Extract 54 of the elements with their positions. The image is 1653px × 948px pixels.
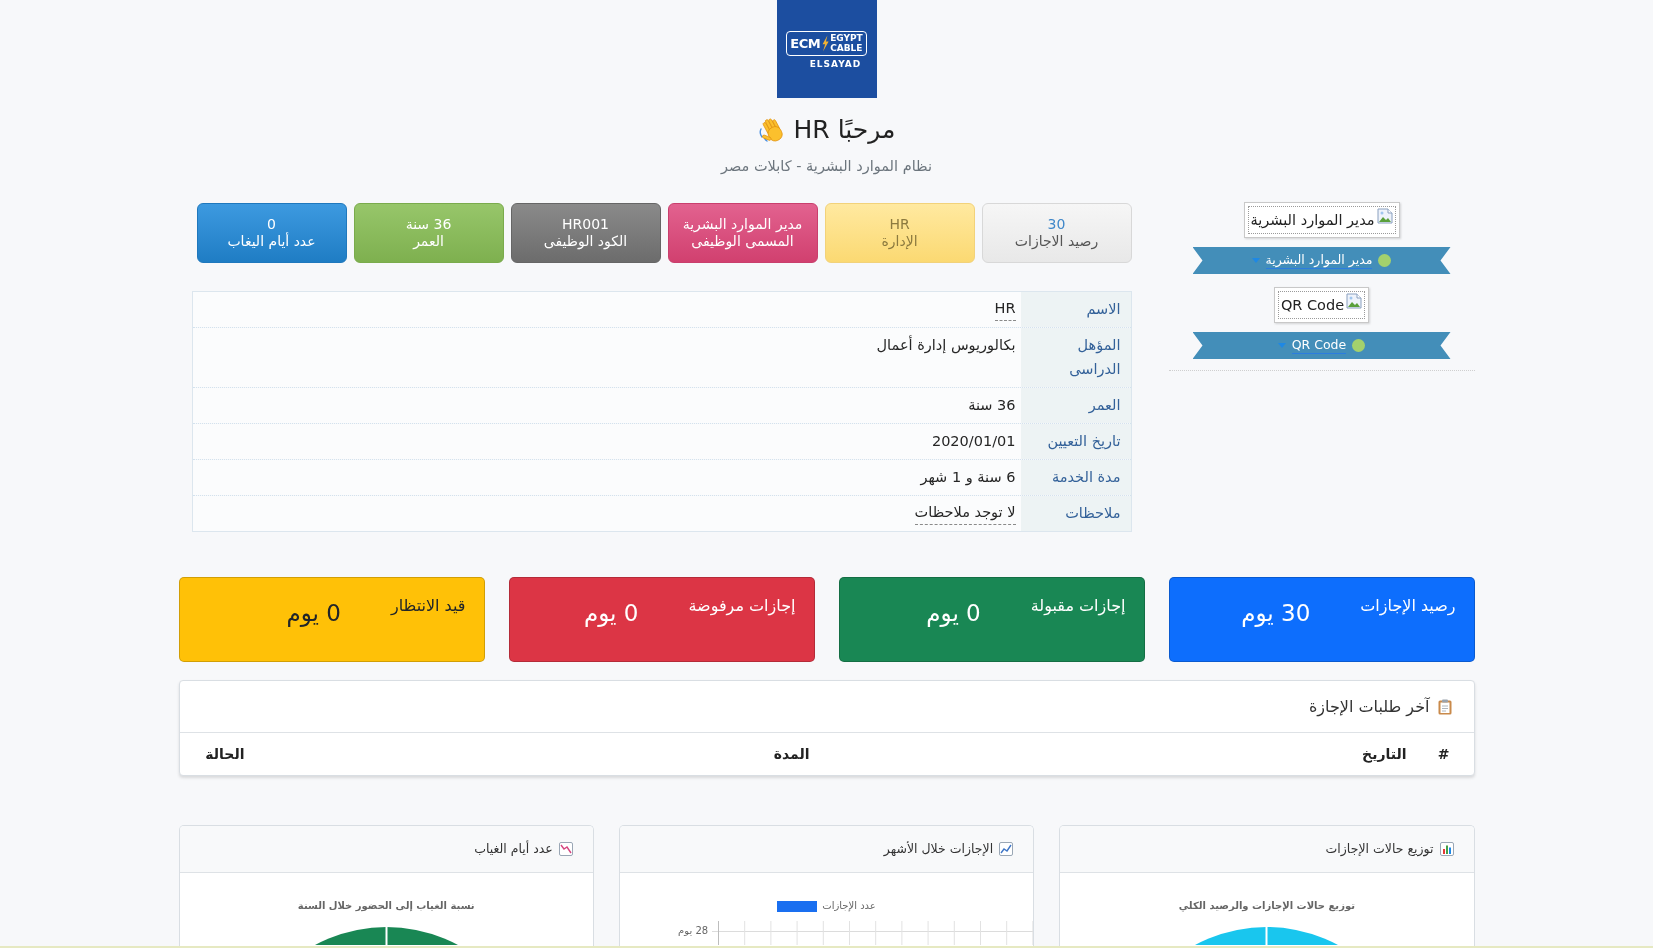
card-title: إجازات مقبولة [1030,595,1126,618]
chart-card-title: توزيع حالات الإجازات [1325,840,1434,858]
waving-hand-icon [757,116,786,144]
logo-text: ECM [790,35,821,51]
subtitle: نظام الموارد البشرية - كابلات مصر [721,157,932,177]
greeting-title: مرحبًا HR [793,114,896,146]
image-alt-text: QR Code [1280,296,1345,315]
field-label: مدة الخدمة [1020,460,1131,495]
card-title: رصيد الإجازات [1360,595,1456,618]
column-header: المدة [772,745,811,764]
column-header: # [1436,745,1451,764]
field-label: الاسم [1020,292,1131,327]
field-value[interactable]: لا توجد ملاحظات [914,501,1016,525]
caret-icon[interactable] [1277,343,1286,348]
image-icon [1376,208,1393,224]
logo-text: EGYPT [830,33,863,43]
field-value: 36 سنة [968,396,1016,415]
logo-text: CABLE [830,43,863,53]
chart-title: توزيع حالات الإجازات والرصيد الكلي [1178,899,1355,913]
field-value: 6 سنة و 1 شهر [920,468,1016,488]
axis-tick-label: 28 يوم [678,924,709,938]
card-title: قيد الانتظار [390,595,466,617]
chart-card-title: الإجازات خلال الأشهر [883,840,994,858]
column-header: التاريخ [1361,745,1408,764]
image-alt-text: مدير الموارد البشرية [1250,211,1375,231]
caret-icon[interactable] [1251,258,1260,263]
field-label: تاريخ التعيين [1020,424,1131,459]
profile-link[interactable]: QR Code [1291,337,1347,354]
card-title: إجازات مرفوضة [688,595,796,618]
clipboard-icon [1437,698,1452,715]
field-value: 2020/01/01 [931,432,1016,451]
bar-chart-icon [1439,842,1454,856]
card-value: 0 يوم [926,599,981,629]
card-value: 30 يوم [1241,599,1311,629]
image-icon [1346,293,1363,309]
profile-link[interactable]: مدير الموارد البشرية [1265,252,1373,269]
panel-title: آخر طلبات الإجازة [1308,695,1430,719]
legend-label: عدد الإجازات [822,899,876,913]
card-value: 0 يوم [286,599,341,629]
legend-swatch-icon [777,900,818,912]
field-label: المؤهل الدراسى [1020,328,1131,387]
field-value: بكالوريوس إدارة أعمال [876,334,1016,356]
stat-button[interactable]: مدير الموارد البشرية المسمى الوظيفى [667,203,818,263]
card-value: 0 يوم [584,599,639,629]
field-label: ملاحظات [1020,496,1131,531]
line-chart-icon [558,842,573,856]
chart-title: نسبة الغياب إلى الحضور خلال السنة [297,899,475,913]
chart-card-title: عدد أيام الغياب [474,840,553,858]
stat-button[interactable]: 36 سنة العمر [353,203,504,263]
logo-tagline: ELSAYAD [809,58,862,70]
line-chart-icon [999,842,1014,856]
field-label: العمر [1020,388,1131,423]
column-header: الحالة [204,745,246,764]
field-value[interactable]: HR [994,297,1016,321]
